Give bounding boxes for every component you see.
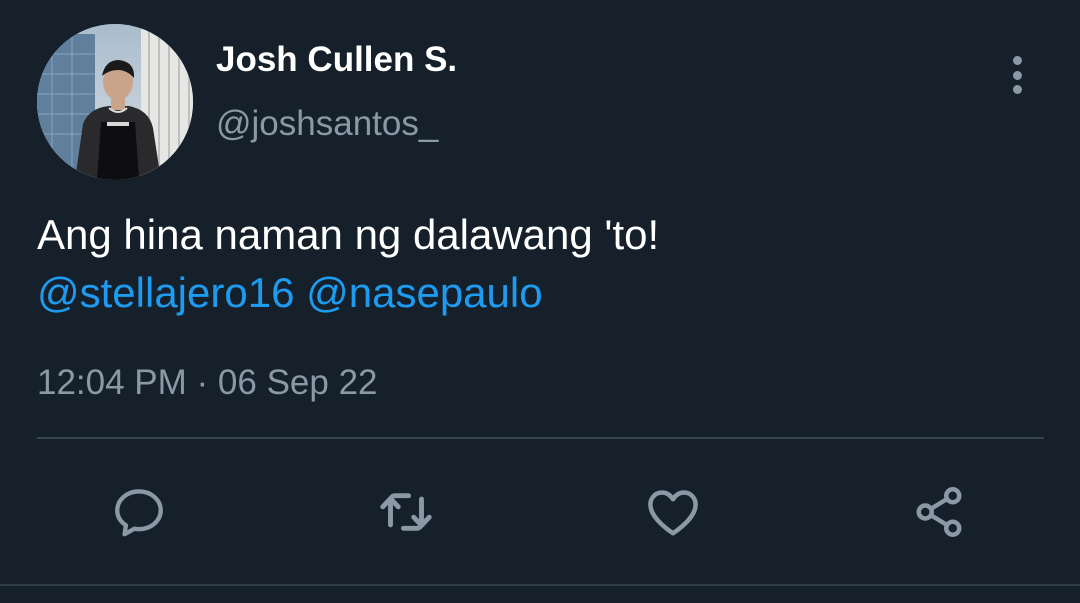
divider bbox=[37, 437, 1044, 439]
mention-link[interactable]: @stellajero16 bbox=[37, 269, 294, 316]
avatar[interactable] bbox=[37, 24, 193, 180]
share-button[interactable] bbox=[907, 480, 971, 544]
retweet-button[interactable] bbox=[374, 480, 438, 544]
display-name[interactable]: Josh Cullen S. bbox=[216, 40, 457, 80]
retweet-icon bbox=[380, 493, 432, 531]
like-button[interactable] bbox=[641, 480, 705, 544]
tweet-text: Ang hina naman ng dalawang 'to! @stellaj… bbox=[37, 206, 1037, 322]
more-dot bbox=[1012, 56, 1022, 65]
tweet-timestamp[interactable]: 12:04 PM · 06 Sep 22 bbox=[37, 362, 378, 404]
mention-link[interactable]: @nasepaulo bbox=[306, 269, 542, 316]
heart-icon bbox=[648, 490, 698, 536]
share-icon bbox=[916, 487, 962, 537]
avatar-photo bbox=[37, 24, 193, 180]
tweet-detail: Josh Cullen S. @joshsantos_ Ang hina nam… bbox=[0, 0, 1080, 603]
more-dot bbox=[1012, 70, 1022, 80]
tweet-mentions-line: @stellajero16 @nasepaulo bbox=[37, 264, 1037, 322]
tweet-text-line: Ang hina naman ng dalawang 'to! bbox=[37, 211, 660, 258]
reply-button[interactable] bbox=[107, 480, 171, 544]
bottom-divider bbox=[0, 584, 1080, 586]
reply-icon bbox=[115, 489, 163, 537]
user-handle[interactable]: @joshsantos_ bbox=[216, 104, 438, 144]
more-dot bbox=[1012, 85, 1022, 94]
more-options-icon[interactable] bbox=[1000, 52, 1034, 98]
